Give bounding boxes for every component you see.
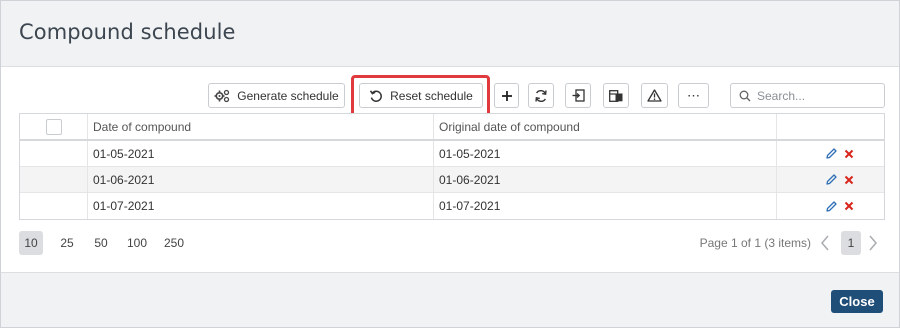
row-select-cell[interactable]: [20, 141, 88, 166]
pencil-icon[interactable]: [825, 200, 838, 213]
grid-header-row: Date of compound Original date of compou…: [20, 114, 884, 141]
table-row[interactable]: 01-07-2021 01-07-2021: [20, 193, 884, 219]
add-button[interactable]: [494, 83, 519, 108]
page-number-button[interactable]: 1: [841, 231, 861, 255]
column-header-original-date[interactable]: Original date of compound: [434, 114, 777, 139]
actions-cell: [777, 141, 884, 166]
table-row[interactable]: 01-05-2021 01-05-2021: [20, 141, 884, 167]
gears-icon: [214, 89, 230, 102]
more-options-button[interactable]: ⋯: [678, 83, 709, 108]
column-chooser-button[interactable]: [603, 83, 629, 108]
column-header-date[interactable]: Date of compound: [88, 114, 434, 139]
search-icon: [739, 90, 751, 101]
ellipsis-icon: ⋯: [687, 87, 700, 103]
pencil-icon[interactable]: [825, 147, 838, 160]
page-size-25[interactable]: 25: [56, 231, 78, 255]
refresh-button[interactable]: [528, 83, 554, 108]
original-date-cell: 01-07-2021: [434, 193, 777, 219]
actions-cell: [777, 167, 884, 192]
page-info: Page 1 of 1 (3 items): [699, 236, 811, 250]
page-size-10[interactable]: 10: [19, 231, 43, 255]
warning-icon: [647, 89, 662, 102]
columns-icon: [609, 89, 623, 102]
pencil-icon[interactable]: [825, 173, 838, 186]
schedule-grid: Date of compound Original date of compou…: [19, 113, 885, 220]
search-box[interactable]: [730, 83, 885, 108]
compound-schedule-dialog: Compound schedule Generate schedule Rese…: [0, 0, 900, 328]
dialog-body: Generate schedule Reset schedule ⋯ Searc…: [1, 67, 899, 272]
delete-icon[interactable]: [844, 201, 854, 211]
highlight-box: [351, 75, 490, 117]
date-cell: 01-07-2021: [88, 193, 434, 219]
select-all-cell: [20, 114, 88, 139]
generate-schedule-button[interactable]: Generate schedule: [208, 83, 345, 108]
search-input[interactable]: [757, 88, 877, 103]
delete-icon[interactable]: [844, 175, 854, 185]
page-size-100[interactable]: 100: [123, 231, 151, 255]
select-all-checkbox[interactable]: [45, 118, 62, 135]
row-select-cell[interactable]: [20, 167, 88, 192]
original-date-cell: 01-05-2021: [434, 141, 777, 166]
export-icon: [572, 89, 585, 102]
dialog-header: Compound schedule: [1, 1, 899, 67]
date-cell: 01-05-2021: [88, 141, 434, 166]
pager: 10 25 50 100 250 Page 1 of 1 (3 items) 1: [19, 231, 885, 255]
plus-icon: [501, 90, 512, 101]
row-select-cell[interactable]: [20, 193, 88, 219]
next-page-icon[interactable]: [867, 234, 879, 252]
export-button[interactable]: [565, 83, 591, 108]
dialog-title: Compound schedule: [19, 20, 236, 44]
original-date-cell: 01-06-2021: [434, 167, 777, 192]
delete-icon[interactable]: [844, 149, 854, 159]
warning-button[interactable]: [641, 83, 668, 108]
table-row[interactable]: 01-06-2021 01-06-2021: [20, 167, 884, 193]
page-size-50[interactable]: 50: [90, 231, 112, 255]
refresh-icon: [535, 89, 547, 102]
prev-page-icon[interactable]: [819, 234, 831, 252]
close-button[interactable]: Close: [831, 290, 883, 313]
column-header-actions: [777, 114, 884, 139]
page-size-250[interactable]: 250: [160, 231, 188, 255]
actions-cell: [777, 193, 884, 219]
generate-schedule-label: Generate schedule: [237, 88, 339, 103]
date-cell: 01-06-2021: [88, 167, 434, 192]
dialog-footer: Close: [1, 272, 899, 327]
